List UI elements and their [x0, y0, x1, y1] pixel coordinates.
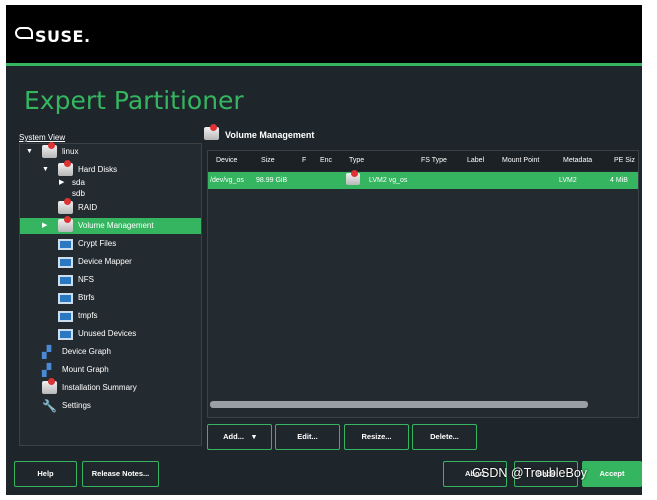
- tree-item-sdb[interactable]: sdb: [20, 188, 201, 200]
- column-header-label[interactable]: Label: [467, 157, 484, 164]
- column-header-fs-type[interactable]: FS Type: [421, 157, 447, 164]
- tree-item-label: Device Graph: [62, 347, 111, 356]
- accept-button[interactable]: Accept: [582, 461, 642, 487]
- tree-item-unused-devices[interactable]: Unused Devices: [20, 326, 201, 342]
- help-button[interactable]: Help: [14, 461, 77, 487]
- horizontal-scrollbar[interactable]: [210, 401, 589, 408]
- disk-icon: [204, 124, 219, 140]
- column-header-pe-size[interactable]: PE Siz: [614, 157, 635, 164]
- tree-item-label: NFS: [78, 275, 94, 284]
- column-header-mount-point[interactable]: Mount Point: [502, 157, 539, 164]
- tree-item-tmpfs[interactable]: tmpfs: [20, 308, 201, 324]
- collapse-arrow-icon[interactable]: ▼: [26, 144, 33, 160]
- cell-device: /dev/vg_os: [210, 177, 244, 184]
- tree-item-label: linux: [62, 147, 79, 156]
- collapse-arrow-icon[interactable]: ▼: [42, 162, 49, 178]
- tree-item-label: Btrfs: [78, 293, 95, 302]
- tree-item-label: Hard Disks: [78, 165, 118, 174]
- tree-item-raid[interactable]: RAID: [20, 198, 201, 216]
- table-header: Device Size F Enc Type FS Type Label Mou…: [208, 151, 638, 171]
- tree-item-label: Settings: [62, 401, 91, 410]
- installer-window: SUSE. Expert Partitioner System View ▼ l…: [6, 5, 642, 495]
- graph-icon: ▞: [42, 345, 52, 359]
- section-title: Volume Management: [225, 130, 315, 140]
- chameleon-icon: [15, 27, 33, 39]
- wrench-icon: 🔧: [42, 399, 57, 413]
- monitor-icon: [58, 239, 73, 250]
- disk-icon: [58, 198, 73, 214]
- delete-button[interactable]: Delete...: [412, 424, 477, 450]
- column-header-metadata[interactable]: Metadata: [563, 157, 592, 164]
- system-view-label: System View: [19, 133, 66, 142]
- disk-icon: [42, 142, 57, 158]
- monitor-icon: [58, 275, 73, 286]
- tree-item-device-graph[interactable]: ▞ Device Graph: [20, 344, 201, 360]
- tree-item-settings[interactable]: 🔧 Settings: [20, 398, 201, 414]
- tree-item-btrfs[interactable]: Btrfs: [20, 290, 201, 306]
- release-notes-button[interactable]: Release Notes...: [82, 461, 159, 487]
- header-bar: SUSE.: [6, 5, 642, 63]
- logo-text: SUSE.: [35, 27, 91, 46]
- tree-item-device-mapper[interactable]: Device Mapper: [20, 254, 201, 270]
- tree-item-label: Crypt Files: [78, 239, 117, 248]
- graph-icon: ▞: [42, 363, 52, 377]
- disk-icon: [58, 160, 73, 176]
- tree-item-hard-disks[interactable]: ▼ Hard Disks: [20, 160, 201, 178]
- cell-metadata: LVM2: [559, 177, 577, 184]
- tree-item-linux[interactable]: ▼ linux: [20, 142, 201, 160]
- table-row[interactable]: /dev/vg_os 98.99 GiB LVM2 vg_os LVM2 4 M…: [208, 170, 638, 189]
- watermark: CSDN @TroubleBoy: [472, 466, 588, 480]
- tree-item-crypt-files[interactable]: Crypt Files: [20, 236, 201, 252]
- column-header-enc[interactable]: Enc: [320, 157, 332, 164]
- tree-item-label: Mount Graph: [62, 365, 109, 374]
- tree-item-mount-graph[interactable]: ▞ Mount Graph: [20, 362, 201, 378]
- column-header-f[interactable]: F: [302, 157, 306, 164]
- column-header-device[interactable]: Device: [216, 157, 237, 164]
- monitor-icon: [58, 329, 73, 340]
- expand-arrow-icon[interactable]: ▶: [42, 218, 47, 234]
- disk-icon: [58, 216, 73, 232]
- cell-type: LVM2 vg_os: [369, 177, 408, 184]
- tree-item-label: Unused Devices: [78, 329, 137, 338]
- tree-item-label: Volume Management: [78, 221, 154, 230]
- monitor-icon: [58, 311, 73, 322]
- tree-item-label: sdb: [72, 189, 85, 198]
- column-header-type[interactable]: Type: [349, 157, 364, 164]
- tree-item-installation-summary[interactable]: Installation Summary: [20, 378, 201, 396]
- add-button[interactable]: Add... ▾: [207, 424, 272, 450]
- edit-button[interactable]: Edit...: [275, 424, 340, 450]
- disk-icon: [42, 378, 57, 394]
- tree-item-label: RAID: [78, 203, 98, 212]
- cell-size: 98.99 GiB: [256, 177, 288, 184]
- main-panel: Expert Partitioner System View ▼ linux ▼…: [6, 66, 642, 495]
- column-header-size[interactable]: Size: [261, 157, 275, 164]
- tree-item-label: tmpfs: [78, 311, 98, 320]
- chevron-down-icon: ▾: [252, 432, 256, 441]
- tree-item-label: Installation Summary: [62, 383, 137, 392]
- disk-icon: [346, 170, 360, 185]
- monitor-icon: [58, 257, 73, 268]
- volume-table[interactable]: Device Size F Enc Type FS Type Label Mou…: [207, 150, 639, 418]
- monitor-icon: [58, 293, 73, 304]
- cell-pe-size: 4 MiB: [610, 177, 628, 184]
- page-title: Expert Partitioner: [24, 86, 244, 115]
- resize-button[interactable]: Resize...: [344, 424, 409, 450]
- tree-item-volume-management[interactable]: ▶ Volume Management: [20, 216, 201, 234]
- suse-logo: SUSE.: [15, 27, 91, 46]
- tree-item-nfs[interactable]: NFS: [20, 272, 201, 288]
- tree-item-label: Device Mapper: [78, 257, 132, 266]
- system-view-tree[interactable]: ▼ linux ▼ Hard Disks ▶ sda sdb RAID ▶ Vo…: [19, 142, 202, 446]
